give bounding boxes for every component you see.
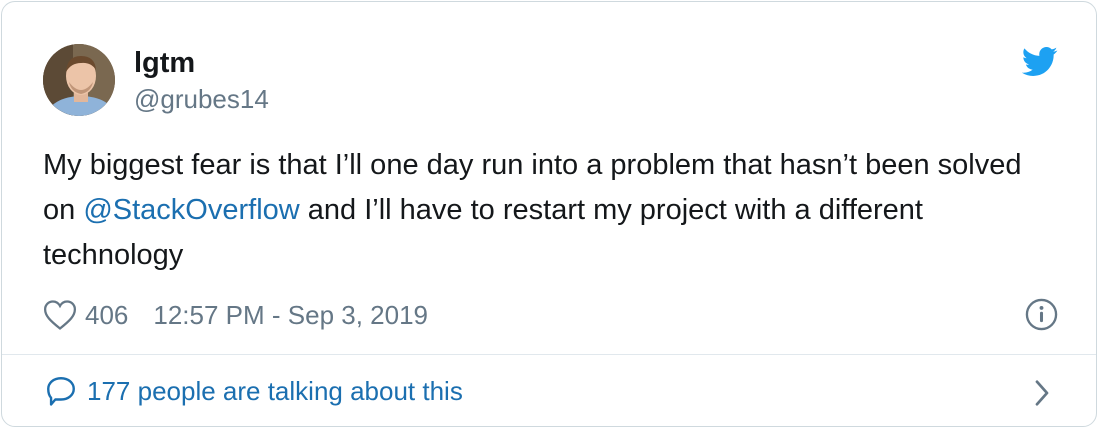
- speech-bubble-icon: [47, 377, 75, 406]
- talking-label: 177 people are talking about this: [87, 375, 463, 406]
- timestamp[interactable]: 12:57 PM - Sep 3, 2019: [153, 300, 428, 331]
- tweet-card: lgtm @grubes14 My biggest fear is that I…: [1, 1, 1097, 427]
- twitter-bird-icon[interactable]: [1022, 46, 1058, 78]
- user-handle[interactable]: @grubes14: [134, 84, 269, 114]
- chevron-right-icon[interactable]: [1031, 378, 1053, 408]
- avatar-image: [43, 44, 115, 116]
- divider: [2, 354, 1096, 355]
- tweet-text: My biggest fear is that I’ll one day run…: [43, 143, 1043, 278]
- mention-link[interactable]: @StackOverflow: [83, 194, 299, 226]
- avatar[interactable]: [43, 44, 115, 116]
- like-count[interactable]: 406: [85, 300, 128, 331]
- heart-icon[interactable]: [43, 299, 77, 331]
- tweet-meta: 406 12:57 PM - Sep 3, 2019: [43, 296, 428, 334]
- info-icon[interactable]: [1025, 298, 1058, 331]
- conversation-link[interactable]: 177 people are talking about this: [44, 374, 463, 408]
- display-name[interactable]: lgtm: [134, 46, 195, 80]
